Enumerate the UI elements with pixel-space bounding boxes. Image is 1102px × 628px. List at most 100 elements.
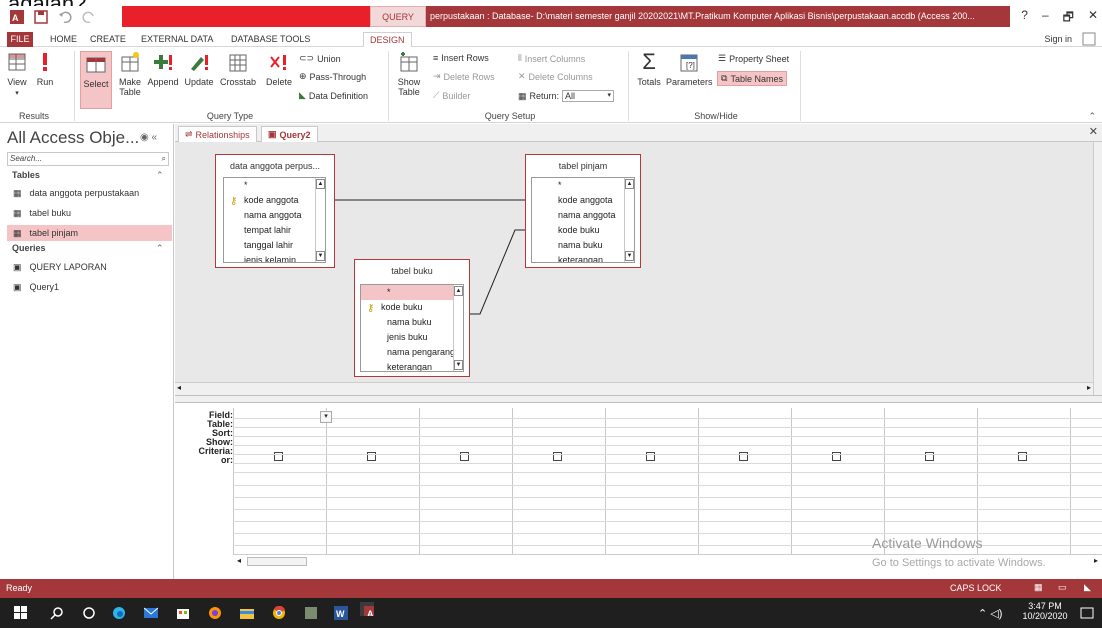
crosstab-button[interactable]: Crosstab — [218, 51, 258, 87]
return-select[interactable]: All ▾ — [562, 90, 615, 102]
nav-menu-icon[interactable]: ◉ — [140, 132, 149, 143]
close-button[interactable]: ✕ — [1088, 8, 1098, 29]
doc-tab-relationships[interactable]: ⇌ Relationships — [178, 126, 257, 142]
tab-database-tools[interactable]: DATABASE TOOLS — [225, 32, 316, 47]
mail-icon[interactable] — [144, 606, 158, 620]
scroll-up-icon[interactable]: ▲ — [454, 286, 463, 296]
delete-rows-button[interactable]: ⇥ Delete Rows — [433, 71, 495, 82]
firefox-icon[interactable] — [208, 606, 222, 620]
sign-in-link[interactable]: Sign in — [1044, 32, 1072, 47]
insert-rows-button[interactable]: ≡ Insert Rows — [433, 53, 489, 63]
tab-design[interactable]: DESIGN — [363, 32, 412, 48]
parameters-button[interactable]: [?] Parameters — [666, 51, 713, 87]
store-icon[interactable] — [176, 606, 190, 620]
table-names-button[interactable]: ⧉ Table Names — [717, 71, 787, 86]
field-list[interactable]: * ⚷ kode anggota nama anggota tempat lahi… — [223, 177, 326, 263]
collapse-ribbon-icon[interactable]: ⌃ — [1088, 111, 1096, 122]
insert-columns-button[interactable]: ⫴ Insert Columns — [518, 53, 585, 64]
pane-splitter[interactable] — [175, 395, 1102, 403]
design-view-switch-icon[interactable]: ◣ — [1084, 582, 1091, 593]
append-button[interactable]: Append — [146, 51, 180, 87]
word-icon[interactable]: W — [334, 606, 348, 620]
delete-columns-button[interactable]: ✕ Delete Columns — [518, 71, 593, 82]
scroll-down-icon[interactable]: ▼ — [625, 251, 634, 261]
pass-through-button[interactable]: ⊕ Pass-Through — [299, 71, 366, 82]
field-item[interactable]: keterangan — [532, 253, 634, 262]
scroll-right-icon[interactable]: ▸ — [1087, 383, 1091, 392]
field-list-title[interactable]: tabel pinjam — [526, 155, 640, 177]
nav-pane-title[interactable]: All Access Obje... — [7, 128, 139, 148]
scroll-left-icon[interactable]: ◂ — [177, 383, 181, 392]
field-list[interactable]: * kode anggota nama anggota kode buku na… — [531, 177, 635, 263]
nav-group-queries[interactable]: Queries — [12, 243, 46, 253]
minimize-button[interactable]: – — [1042, 8, 1049, 29]
design-horizontal-scrollbar[interactable]: ◂ ▸ — [175, 382, 1093, 395]
view-button[interactable]: View ▾ — [6, 51, 28, 99]
tray-icons[interactable]: ⌃ ◁) — [978, 607, 1002, 620]
nav-search-input[interactable]: Search... ⌕ — [7, 152, 169, 166]
field-item[interactable]: * — [224, 178, 325, 193]
field-item[interactable]: nama anggota — [532, 208, 634, 223]
scroll-down-icon[interactable]: ▼ — [454, 360, 463, 370]
update-button[interactable]: Update — [182, 51, 216, 87]
field-item-key[interactable]: ⚷ kode anggota — [224, 193, 325, 208]
taskbar-clock[interactable]: 3:47 PM 10/20/2020 — [1020, 601, 1070, 621]
property-sheet-button[interactable]: ☰ Property Sheet — [718, 53, 789, 64]
scroll-up-icon[interactable]: ▲ — [625, 179, 634, 189]
field-list-scrollbar[interactable]: ▲ ▼ — [624, 178, 634, 262]
design-vertical-scrollbar[interactable] — [1093, 142, 1102, 395]
shutter-bar-close-icon[interactable]: « — [152, 132, 158, 143]
field-dropdown-arrow-icon[interactable]: ▾ — [320, 411, 332, 423]
notifications-icon[interactable] — [1080, 606, 1094, 620]
field-list-title[interactable]: data anggota perpus... — [216, 155, 334, 177]
close-document-icon[interactable]: ✕ — [1089, 125, 1098, 138]
field-list-scrollbar[interactable]: ▲ ▼ — [453, 285, 463, 371]
tab-home[interactable]: HOME — [44, 32, 83, 47]
field-item[interactable]: nama anggota — [224, 208, 325, 223]
field-list-data-anggota[interactable]: data anggota perpus... * ⚷ kode anggota n… — [215, 154, 335, 268]
edge-browser-icon[interactable] — [112, 606, 126, 620]
field-item-selected[interactable]: * — [361, 285, 463, 300]
collapse-icon[interactable]: ⌃ — [156, 243, 164, 254]
scroll-right-icon[interactable]: ▸ — [1094, 556, 1098, 565]
field-item[interactable]: kode buku — [532, 223, 634, 238]
nav-query-item[interactable]: ▣ Query1 — [7, 279, 172, 295]
field-item[interactable]: keterangan — [361, 360, 463, 371]
field-item[interactable]: nama buku — [361, 315, 463, 330]
save-icon[interactable] — [34, 10, 48, 24]
nav-table-item[interactable]: ▦ data anggota perpustakaan — [7, 185, 172, 201]
field-item[interactable]: * — [532, 178, 634, 193]
tab-create[interactable]: CREATE — [84, 32, 132, 47]
builder-button[interactable]: ⟋ Builder — [433, 90, 470, 101]
redo-icon[interactable] — [82, 10, 96, 24]
scroll-up-icon[interactable]: ▲ — [316, 179, 325, 189]
nav-table-item-selected[interactable]: ▦ tabel pinjam — [7, 225, 172, 241]
field-list-tabel-pinjam[interactable]: tabel pinjam * kode anggota nama anggota… — [525, 154, 641, 268]
union-button[interactable]: ⊂⊃ Union — [299, 53, 341, 64]
show-table-button[interactable]: Show Table — [394, 51, 424, 97]
task-view-icon[interactable] — [82, 606, 96, 620]
field-list[interactable]: * ⚷ kode buku nama buku jenis buku nama p… — [360, 284, 464, 372]
field-list-scrollbar[interactable]: ▲ ▼ — [315, 178, 325, 262]
doc-tab-query2[interactable]: ▣ Query2 — [261, 126, 318, 142]
file-explorer-icon[interactable] — [240, 606, 254, 620]
app-icon[interactable] — [304, 606, 318, 620]
restore-button[interactable]: 🗗 — [1063, 8, 1074, 29]
run-button[interactable]: Run — [34, 51, 56, 87]
field-list-tabel-buku[interactable]: tabel buku * ⚷ kode buku nama buku jenis … — [354, 259, 470, 377]
field-item[interactable]: tanggal lahir — [224, 238, 325, 253]
select-query-button[interactable]: Select — [80, 51, 112, 109]
nav-query-item[interactable]: ▣ QUERY LAPORAN — [7, 259, 172, 275]
field-item[interactable]: nama pengarang — [361, 345, 463, 360]
sql-view-switch-icon[interactable]: ▭ — [1058, 582, 1067, 593]
totals-button[interactable]: Σ Totals — [634, 51, 664, 88]
chrome-icon[interactable] — [272, 606, 286, 620]
tab-file[interactable]: FILE — [7, 32, 33, 47]
help-button[interactable]: ? — [1021, 8, 1028, 29]
windows-start-icon[interactable] — [14, 606, 28, 620]
access-taskbar-icon[interactable]: A — [360, 602, 374, 616]
search-icon[interactable] — [50, 606, 64, 620]
scroll-thumb[interactable] — [247, 557, 307, 566]
field-list-title[interactable]: tabel buku — [355, 260, 469, 282]
datasheet-view-switch-icon[interactable]: ▦ — [1034, 582, 1043, 593]
